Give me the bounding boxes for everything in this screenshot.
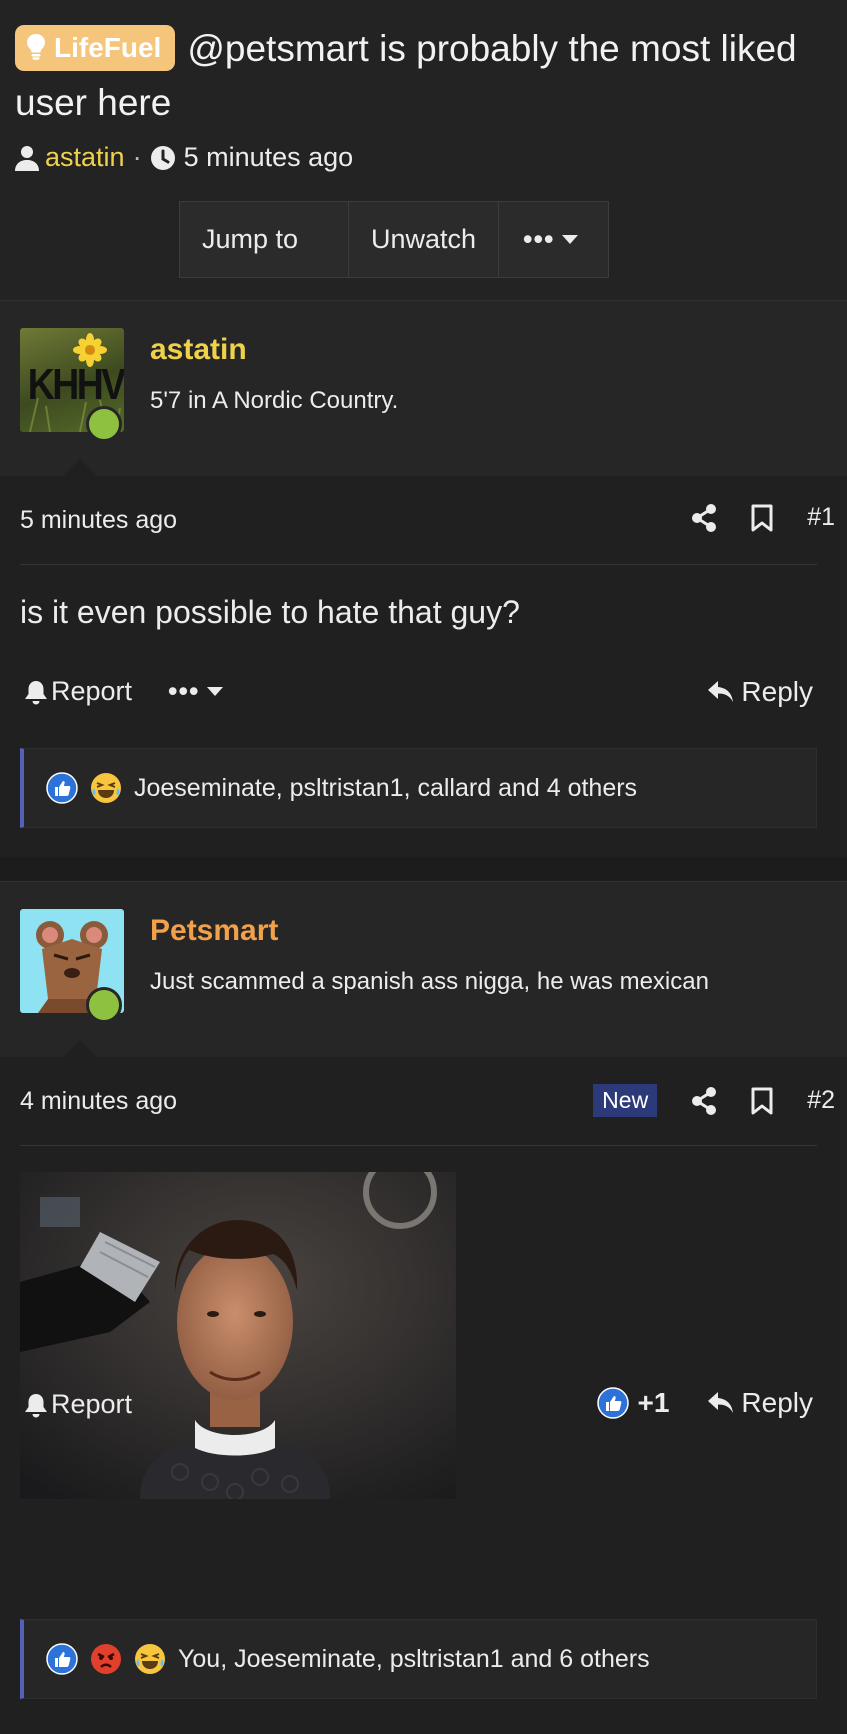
jump-to-new-button[interactable]: Jump to new xyxy=(180,202,349,329)
post-2-attached-image[interactable] xyxy=(20,1172,456,1499)
like-button[interactable]: +1 xyxy=(597,1387,669,1419)
post-divider xyxy=(20,564,817,565)
post-2-time[interactable]: 4 minutes ago xyxy=(20,1087,177,1116)
chevron-down-icon xyxy=(207,687,224,696)
share-icon[interactable] xyxy=(691,1086,717,1115)
bookmark-icon[interactable] xyxy=(751,1087,773,1115)
post-2-reply-button[interactable]: Reply xyxy=(707,1387,813,1419)
post-separator xyxy=(0,857,847,881)
haha-icon xyxy=(91,773,121,803)
share-icon[interactable] xyxy=(691,503,717,532)
post-2-body: 4 minutes ago New #2 Report +1 Reply You… xyxy=(0,1057,847,1734)
clock-icon xyxy=(150,145,175,170)
haha-icon xyxy=(135,1644,165,1674)
new-badge: New xyxy=(593,1084,658,1117)
online-status-dot xyxy=(86,406,122,442)
post-1-message: is it even possible to hate that guy? xyxy=(20,594,520,630)
post-1-reply-button[interactable]: Reply xyxy=(707,676,813,708)
report-label: Report xyxy=(51,676,133,706)
post-1-more-menu[interactable]: ••• xyxy=(168,676,224,707)
thread-meta: astatin · 5 minutes ago xyxy=(15,142,353,173)
post-1-reactions-text: Joeseminate, psltristan1, callard and 4 … xyxy=(134,773,638,802)
post-1-username[interactable]: astatin xyxy=(150,333,247,367)
report-label: Report xyxy=(51,1389,133,1419)
lightbulb-icon xyxy=(27,34,45,60)
post-1-user-title: 5'7 in A Nordic Country. xyxy=(150,387,399,414)
post-2-reactions-text: You, Joeseminate, psltristan1 and 6 othe… xyxy=(178,1644,650,1673)
bell-icon xyxy=(25,680,47,704)
bookmark-icon[interactable] xyxy=(751,504,773,532)
post-2-actions-top: New #2 xyxy=(593,1084,835,1117)
post-2-user-title: Just scammed a spanish ass nigga, he was… xyxy=(150,968,709,995)
reply-icon xyxy=(708,1392,734,1413)
thread-title: LifeFuel @petsmart is probably the most l… xyxy=(15,22,825,130)
post-1-number-link[interactable]: #1 xyxy=(807,503,835,532)
post-arrow xyxy=(62,459,98,477)
report-button[interactable]: Report xyxy=(24,676,132,707)
reply-icon xyxy=(708,681,734,702)
post-arrow xyxy=(62,1040,98,1058)
like-icon xyxy=(46,1643,78,1675)
post-1-footer-left: Report ••• xyxy=(24,676,224,707)
thread-header: LifeFuel @petsmart is probably the most l… xyxy=(0,0,847,329)
post-2-username[interactable]: Petsmart xyxy=(150,914,278,948)
post-2-number-link[interactable]: #2 xyxy=(807,1086,835,1115)
angry-icon xyxy=(91,1644,121,1674)
post-divider xyxy=(20,1145,817,1146)
post-2-footer-left: Report xyxy=(24,1389,132,1420)
post-2-reactions-bar[interactable]: You, Joeseminate, psltristan1 and 6 othe… xyxy=(20,1619,817,1699)
meta-separator: · xyxy=(132,142,142,172)
unwatch-button[interactable]: Unwatch xyxy=(349,202,500,277)
post-2-footer-right: +1 Reply xyxy=(597,1387,813,1419)
post-1-body: 5 minutes ago #1 is it even possible to … xyxy=(0,476,847,857)
thread-author-link[interactable]: astatin xyxy=(45,142,125,173)
chevron-down-icon xyxy=(562,235,579,244)
like-icon xyxy=(46,772,78,804)
bell-icon xyxy=(25,1393,47,1417)
post-1-time[interactable]: 5 minutes ago xyxy=(20,506,177,535)
online-status-dot xyxy=(86,987,122,1023)
post-2-user-header: Petsmart Just scammed a spanish ass nigg… xyxy=(0,881,847,1058)
user-icon xyxy=(15,145,39,171)
report-button[interactable]: Report xyxy=(24,1389,132,1420)
post-1-actions-top: #1 xyxy=(657,503,835,532)
like-count: +1 xyxy=(637,1387,670,1418)
reply-label: Reply xyxy=(741,676,813,707)
reply-label: Reply xyxy=(741,1387,813,1418)
more-dots-icon: ••• xyxy=(168,676,200,706)
thread-prefix-badge[interactable]: LifeFuel xyxy=(15,25,176,71)
barbershop-photo xyxy=(20,1172,456,1499)
thread-button-group: Jump to new Unwatch ••• xyxy=(179,201,610,329)
post-1-user-header: KHHV astatin 5'7 in A Nordic Country. xyxy=(0,300,847,477)
like-icon xyxy=(597,1387,630,1419)
thread-time[interactable]: 5 minutes ago xyxy=(184,142,354,173)
more-dots-icon: ••• xyxy=(523,224,555,254)
post-1-reactions-bar[interactable]: Joeseminate, psltristan1, callard and 4 … xyxy=(20,748,817,828)
thread-more-button[interactable]: ••• xyxy=(499,202,608,277)
thread-prefix-label: LifeFuel xyxy=(54,32,162,63)
avatar-text: KHHV xyxy=(27,360,124,409)
